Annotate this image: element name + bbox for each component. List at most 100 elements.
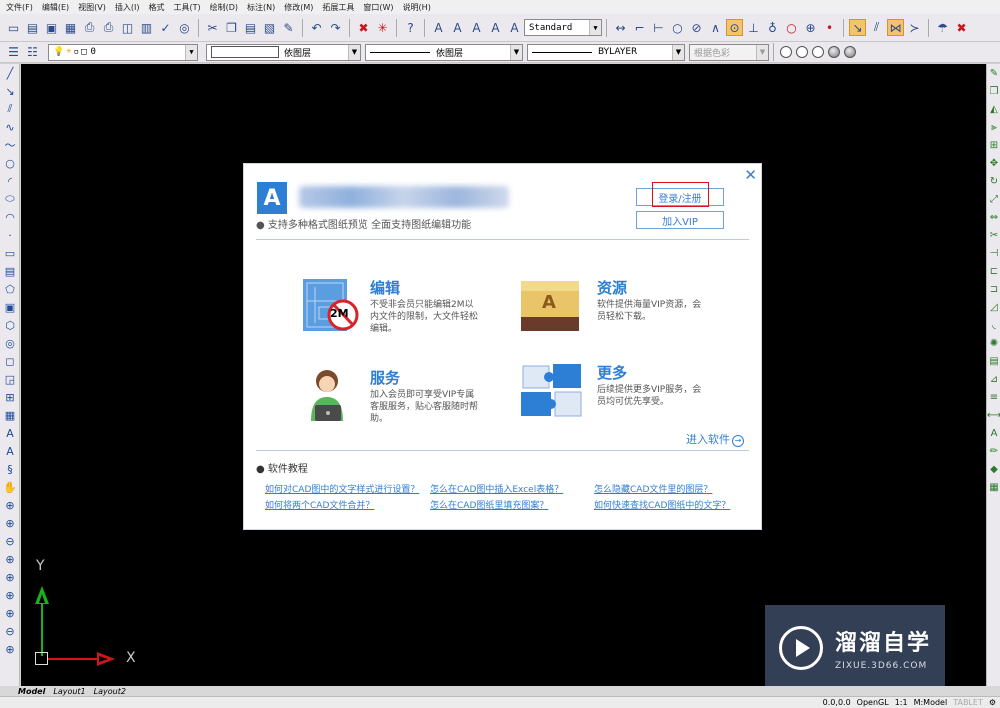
model-space-label[interactable]: M:Model [914,698,948,707]
match-properties-icon[interactable]: ✎ [280,19,297,36]
redo-icon[interactable]: ↷ [327,19,344,36]
dtext-icon[interactable]: A [1,442,19,460]
dim-ordinate-icon[interactable]: ⊢ [650,19,667,36]
plotstyle-select[interactable]: 根据色彩 ▼ [689,43,769,61]
dim-radius-icon[interactable]: ○ [669,19,686,36]
zoom-window-icon[interactable]: ⊕ [1,514,19,532]
menu-item[interactable]: 视图(V) [78,2,106,13]
leader-icon[interactable]: ⫽ [868,19,885,36]
menu-item[interactable]: 说明(H) [403,2,431,13]
align-icon[interactable]: ≡ [987,388,1000,406]
layer-select[interactable]: 💡 ☀ ▫ □ 0 ▼ [48,43,198,61]
extend-icon[interactable]: ⊣ [987,244,1000,262]
purge-icon[interactable]: ✳ [374,19,391,36]
menu-item[interactable]: 拓展工具 [322,2,354,13]
mirror-icon[interactable]: ◭ [987,100,1000,118]
zoom-dynamic-icon[interactable]: ⊕ [1,550,19,568]
measure-icon[interactable]: ⊿ [987,370,1000,388]
polygon-icon[interactable]: ⬠ [1,280,19,298]
quick-leader-icon[interactable]: ↘ [849,19,866,36]
ellipse-icon[interactable]: ⬭ [1,190,19,208]
pan-icon[interactable]: ✋ [1,478,19,496]
polyline-icon[interactable]: ∿ [1,118,19,136]
annotation-scale[interactable]: 1:1 [895,698,908,707]
zoom-scale-icon[interactable]: ⊕ [1,568,19,586]
save-as-icon[interactable]: ▦ [62,19,79,36]
menu-item[interactable]: 格式 [148,2,164,13]
wipeout-icon[interactable]: ◻ [1,352,19,370]
join-icon[interactable]: ⊐ [987,280,1000,298]
rectangle-icon[interactable]: ▭ [1,244,19,262]
paste-icon[interactable]: ▤ [242,19,259,36]
stretch-icon[interactable]: ⇔ [987,208,1000,226]
table-icon[interactable]: ⊞ [1,388,19,406]
circle-icon[interactable]: ○ [1,154,19,172]
zoom-in-icon[interactable]: ⊕ [1,604,19,622]
revcloud-icon[interactable]: ◎ [1,334,19,352]
join-vip-button[interactable]: 加入VIP [636,211,724,229]
zoom-out-icon[interactable]: ⊖ [1,622,19,640]
fillet-icon[interactable]: ◟ [987,316,1000,334]
tutorial-link[interactable]: 如何快速查找CAD图纸中的文字？ [594,498,730,511]
tutorial-link[interactable]: 如何将两个CAD文件合并？ [265,498,374,511]
dot-icon[interactable]: • [821,19,838,36]
lengthen-icon[interactable]: ⟷ [987,406,1000,424]
donut-icon[interactable]: ⬡ [1,316,19,334]
ray-icon[interactable]: ↘ [1,82,19,100]
dim-angular-icon[interactable]: ∧ [707,19,724,36]
tab-model[interactable]: Model [18,687,45,696]
rotate-icon[interactable]: ↻ [987,172,1000,190]
runner-icon[interactable]: ☂ [934,19,951,36]
menu-item[interactable]: 修改(M) [284,2,313,13]
block-icon[interactable]: ▦ [1,406,19,424]
tab-layout1[interactable]: Layout1 [53,687,85,696]
gear-icon[interactable]: ⚙ [989,698,996,707]
help-icon[interactable]: ? [402,19,419,36]
tablet-toggle[interactable]: TABLET [953,698,983,707]
render-flat-icon[interactable] [780,46,792,58]
text-find-icon[interactable]: A [487,19,504,36]
zoom-extents-icon[interactable]: ⊕ [1,640,19,658]
erase-icon[interactable]: ✎ [987,64,1000,82]
array-icon[interactable]: ⊞ [987,136,1000,154]
undo-icon[interactable]: ↶ [308,19,325,36]
tutorial-link[interactable]: 怎么在CAD图中插入Excel表格？ [430,482,563,495]
enter-software-link[interactable]: 进入软件 → [686,431,744,447]
render-hidden-icon[interactable] [812,46,824,58]
spline-icon[interactable]: 〜 [1,136,19,154]
xline-icon[interactable]: ⫽ [1,100,19,118]
copy-icon[interactable]: ❐ [223,19,240,36]
tutorial-link[interactable]: 如何对CAD图中的文字样式进行设置？ [265,482,419,495]
zoom-center-icon[interactable]: ⊕ [1,586,19,604]
menu-item[interactable]: 文件(F) [6,2,33,13]
layer-manager-icon[interactable]: ☰ [5,44,22,61]
dim-center-icon[interactable]: ⊙ [726,19,743,36]
region-icon[interactable]: ▣ [1,298,19,316]
dim-baseline-icon[interactable]: ⊥ [745,19,762,36]
render-smooth-icon[interactable] [844,46,856,58]
save-icon[interactable]: ▣ [43,19,60,36]
mtext-icon[interactable]: A [1,424,19,442]
point-icon[interactable]: · [1,226,19,244]
tab-layout2[interactable]: Layout2 [94,687,126,696]
publish-icon[interactable]: ▥ [138,19,155,36]
render-shaded-icon[interactable] [828,46,840,58]
preview-icon[interactable]: ◫ [119,19,136,36]
dim-update-icon[interactable]: ⋈ [887,19,904,36]
dim-diameter-icon[interactable]: ⊘ [688,19,705,36]
hatch-icon[interactable]: ▤ [1,262,19,280]
menu-item[interactable]: 编辑(E) [42,2,69,13]
text-style-select[interactable]: Standard ▼ [524,19,602,36]
dim-aligned-icon[interactable]: ⌐ [631,19,648,36]
text-style-icon[interactable]: A [430,19,447,36]
dim-linear-icon[interactable]: ↔ [612,19,629,36]
linetype-select[interactable]: 依图层 ▼ [365,43,523,61]
zoom-previous-icon[interactable]: ⊖ [1,532,19,550]
trim-icon[interactable]: ✂ [987,226,1000,244]
pencil-icon[interactable]: ✏ [987,442,1000,460]
dim-edit-icon[interactable]: ⊕ [802,19,819,36]
spellcheck-icon[interactable]: ✓ [157,19,174,36]
lineweight-select[interactable]: BYLAYER ▼ [527,43,685,61]
menu-item[interactable]: 工具(T) [173,2,200,13]
tutorial-link[interactable]: 怎么隐藏CAD文件里的图层？ [594,482,712,495]
